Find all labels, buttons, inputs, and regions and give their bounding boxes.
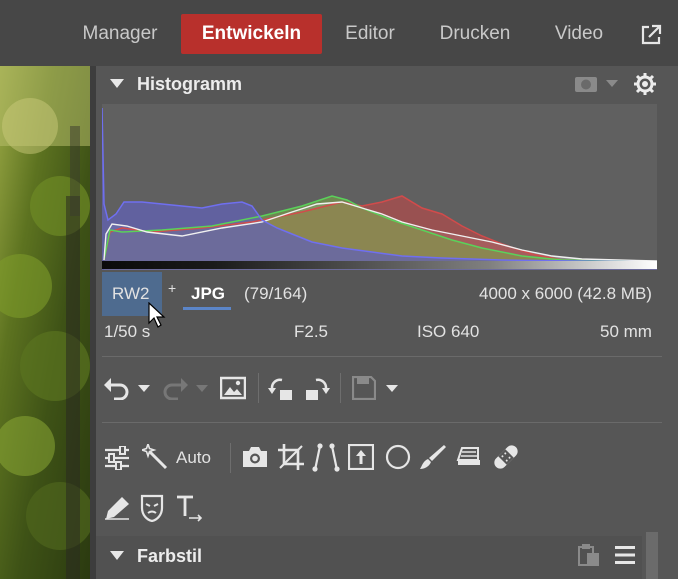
bandage-icon[interactable] [492, 443, 520, 471]
circle-icon[interactable] [385, 444, 411, 470]
collapse-triangle-icon[interactable] [110, 551, 124, 560]
sliders-icon[interactable] [104, 446, 130, 470]
exif-iso: ISO 640 [417, 322, 480, 341]
farbstil-header[interactable]: Farbstil [90, 537, 678, 573]
magic-wand-icon[interactable] [142, 444, 168, 470]
jpg-format-tab[interactable]: JPG [191, 284, 225, 304]
undo-icon[interactable] [104, 376, 130, 400]
toolbar-separator [340, 373, 341, 403]
perspective-icon[interactable] [312, 442, 340, 472]
cursor-arrow-icon [148, 302, 166, 328]
image-icon[interactable] [220, 376, 246, 400]
brush-icon[interactable] [420, 444, 446, 470]
top-navigation: Manager Entwickeln Editor Drucken Video [0, 0, 678, 66]
panel-scrollbar[interactable] [646, 532, 658, 579]
exif-shutter: 1/50 s [104, 322, 151, 341]
nav-tab-video[interactable]: Video [544, 14, 614, 54]
nav-tab-entwickeln[interactable]: Entwickeln [181, 14, 322, 54]
auto-button[interactable]: Auto [176, 448, 211, 468]
collapse-triangle-icon[interactable] [110, 79, 124, 88]
tone-gradient-bar [102, 261, 657, 269]
exif-aperture: F2.5 [294, 322, 329, 341]
nav-tab-editor[interactable]: Editor [332, 14, 408, 54]
farbstil-title: Farbstil [137, 546, 203, 566]
photo-preview [0, 66, 90, 579]
save-icon[interactable] [352, 376, 376, 400]
toolbar-separator [258, 373, 259, 403]
nav-tab-drucken[interactable]: Drucken [430, 14, 520, 54]
histogram-header[interactable]: Histogramm [90, 66, 678, 102]
histogram-graph [101, 104, 658, 270]
image-dimensions: 4000 x 6000 (42.8 MB) [479, 284, 652, 303]
pencil-icon[interactable] [104, 496, 130, 520]
eraser-icon[interactable] [456, 446, 482, 468]
rotate-left-icon[interactable] [268, 374, 296, 402]
exif-focal-length: 50 mm [600, 322, 652, 341]
jpg-active-underline [183, 307, 231, 310]
external-link-icon[interactable] [640, 24, 662, 46]
clipboard-icon[interactable] [578, 543, 600, 567]
panel-left-edge [90, 66, 96, 579]
divider [102, 422, 662, 423]
image-counter: (79/164) [244, 284, 308, 303]
redo-dropdown-chevron-icon[interactable] [196, 385, 208, 393]
right-panel: Histogramm RW2 + JPG (79/164) 4000 x 600… [90, 66, 678, 579]
text-icon[interactable] [176, 494, 204, 522]
crop-icon[interactable] [278, 444, 304, 470]
mask-icon[interactable] [140, 494, 164, 522]
nav-tab-manager[interactable]: Manager [70, 14, 170, 54]
toolbar-separator [230, 443, 231, 473]
plus-separator: + [168, 280, 177, 296]
histogram-title: Histogramm [137, 74, 243, 94]
redo-icon[interactable] [162, 376, 188, 400]
raw-format-label: RW2 [112, 284, 150, 303]
camera-shape-icon[interactable] [574, 74, 598, 94]
gear-icon[interactable] [633, 72, 657, 96]
camera-icon[interactable] [242, 446, 268, 468]
rotate-right-icon[interactable] [302, 374, 330, 402]
divider [102, 356, 662, 357]
undo-dropdown-chevron-icon[interactable] [138, 385, 150, 393]
exposure-box-icon[interactable] [348, 444, 374, 470]
chevron-down-icon[interactable] [606, 80, 618, 88]
save-dropdown-chevron-icon[interactable] [386, 385, 398, 393]
menu-icon[interactable] [614, 545, 636, 565]
